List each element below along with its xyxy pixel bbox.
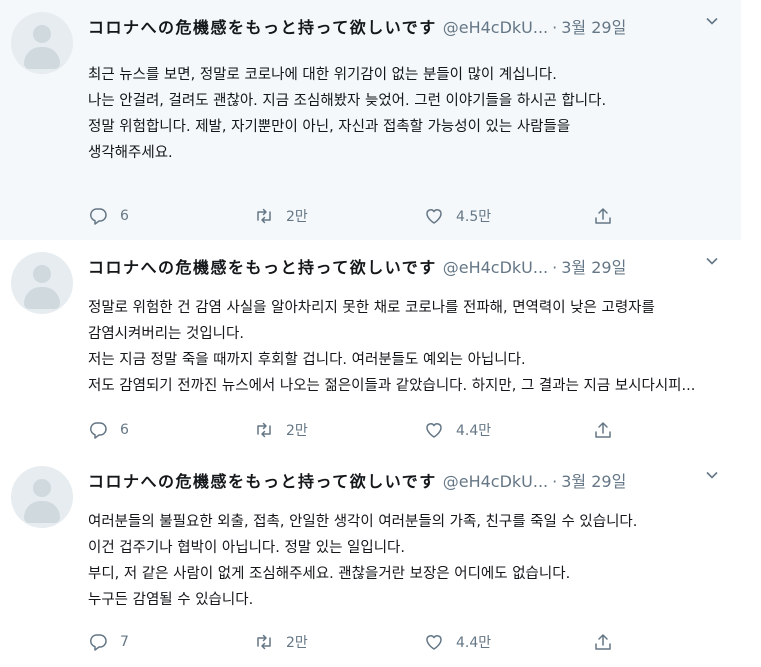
reply-count: 6 (120, 208, 129, 224)
share-icon (595, 634, 611, 650)
tweet-actions: 6 2만 4.5만 (88, 204, 628, 228)
share-icon (595, 422, 611, 438)
display-name[interactable]: コロナへの危機感をもっと持って欲しいです (88, 18, 437, 37)
tweet-timestamp[interactable]: 3월 29일 (561, 472, 626, 491)
tweet-text-line: 감염시켜버리는 것입니다. (88, 326, 244, 342)
tweet-text: 정말로 위험한 건 감염 사실을 알아차리지 못한 채로 코로나를 전파해, 면… (88, 295, 718, 399)
chevron-down-icon[interactable] (705, 254, 719, 268)
retweet-count: 2만 (286, 635, 308, 651)
share-button[interactable] (593, 630, 613, 654)
like-count: 4.5만 (456, 209, 492, 225)
tweet-text-line: 생각해주세요. (88, 145, 173, 161)
retweet-button[interactable]: 2만 (254, 630, 308, 654)
user-handle[interactable]: @eH4cDkU... (443, 472, 548, 491)
tweet-header: コロナへの危機感をもっと持って欲しいです @eH4cDkU... · 3월 29일 (88, 14, 626, 38)
tweet[interactable]: コロナへの危機感をもっと持って欲しいです @eH4cDkU... · 3월 29일 최… (0, 0, 741, 240)
tweet-text-line: 저도 감염되기 전까진 뉴스에서 나오는 젊은이들과 같았습니다. 하지만, 그… (88, 378, 696, 394)
tweet[interactable]: コロナへの危機感をもっと持って欲しいです @eH4cDkU... · 3월 29일 정… (0, 240, 741, 454)
separator-dot: · (552, 258, 558, 277)
like-button[interactable]: 4.4만 (424, 418, 491, 442)
tweet-text-line: 누구든 감염될 수 있습니다. (88, 592, 254, 608)
avatar[interactable] (11, 466, 73, 528)
separator-dot: · (552, 18, 558, 37)
retweet-button[interactable]: 2만 (254, 418, 308, 442)
like-button[interactable]: 4.5만 (424, 204, 491, 228)
like-icon (426, 423, 442, 438)
avatar[interactable] (11, 12, 73, 74)
tweet-text-line: 저는 지금 정말 죽을 때까지 후회할 겁니다. 여러분들도 예외는 아닙니다. (88, 352, 526, 368)
retweet-count: 2만 (286, 209, 308, 225)
retweet-button[interactable]: 2만 (254, 204, 308, 228)
like-icon (426, 209, 442, 224)
reply-icon (89, 208, 107, 225)
retweet-icon (257, 422, 271, 438)
display-name[interactable]: コロナへの危機感をもっと持って欲しいです (88, 258, 437, 277)
like-button[interactable]: 4.4만 (424, 630, 491, 654)
chevron-down-icon[interactable] (705, 14, 719, 28)
like-count: 4.4만 (456, 635, 492, 651)
reply-button[interactable]: 6 (88, 204, 129, 228)
avatar[interactable] (11, 252, 73, 314)
share-icon (595, 208, 611, 224)
share-button[interactable] (593, 204, 613, 228)
tweet-text: 여러분들의 불필요한 외출, 접촉, 안일한 생각이 여러분들의 가족, 친구를… (88, 509, 718, 613)
retweet-icon (257, 634, 271, 650)
tweet-actions: 6 2만 4.4만 (88, 418, 628, 442)
tweet[interactable]: コロナへの危機感をもっと持って欲しいです @eH4cDkU... · 3월 29일 여… (0, 454, 741, 667)
user-handle[interactable]: @eH4cDkU... (443, 18, 548, 37)
tweet-text-line: 여러분들의 불필요한 외출, 접촉, 안일한 생각이 여러분들의 가족, 친구를… (88, 514, 638, 530)
user-handle[interactable]: @eH4cDkU... (443, 258, 548, 277)
tweet-text-line: 정말로 위험한 건 감염 사실을 알아차리지 못한 채로 코로나를 전파해, 면… (88, 300, 655, 316)
separator-dot: · (552, 472, 558, 491)
reply-count: 7 (120, 634, 129, 650)
like-icon (426, 635, 442, 650)
tweet-timestamp[interactable]: 3월 29일 (561, 258, 626, 277)
retweet-count: 2만 (286, 423, 308, 439)
reply-icon (89, 422, 107, 439)
tweet-timestamp[interactable]: 3월 29일 (561, 18, 626, 37)
retweet-icon (257, 208, 271, 224)
share-button[interactable] (593, 418, 613, 442)
tweet-header: コロナへの危機感をもっと持って欲しいです @eH4cDkU... · 3월 29일 (88, 468, 626, 492)
tweet-text-line: 나는 안걸려, 걸려도 괜찮아. 지금 조심해봤자 늦었어. 그런 이야기들을 … (88, 93, 607, 109)
reply-button[interactable]: 7 (88, 630, 129, 654)
tweet-actions: 7 2만 4.4만 (88, 630, 628, 654)
tweet-text-line: 부디, 저 같은 사람이 없게 조심해주세요. 괜찮을거란 보장은 어디에도 없… (88, 566, 571, 582)
tweet-text: 최근 뉴스를 보면, 정말로 코로나에 대한 위기감이 없는 분들이 많이 계십… (88, 62, 718, 166)
tweet-text-line: 최근 뉴스를 보면, 정말로 코로나에 대한 위기감이 없는 분들이 많이 계십… (88, 67, 557, 83)
chevron-down-icon[interactable] (705, 468, 719, 482)
like-count: 4.4만 (456, 423, 492, 439)
tweet-text-line: 정말 위험합니다. 제발, 자기뿐만이 아닌, 자신과 접촉할 가능성이 있는 … (88, 119, 571, 135)
tweet-text-line: 이건 겁주기나 협박이 아닙니다. 정말 있는 일입니다. (88, 540, 406, 556)
display-name[interactable]: コロナへの危機感をもっと持って欲しいです (88, 472, 437, 491)
tweet-header: コロナへの危機感をもっと持って欲しいです @eH4cDkU... · 3월 29일 (88, 254, 626, 278)
reply-button[interactable]: 6 (88, 418, 129, 442)
reply-icon (89, 634, 107, 651)
reply-count: 6 (120, 422, 129, 438)
